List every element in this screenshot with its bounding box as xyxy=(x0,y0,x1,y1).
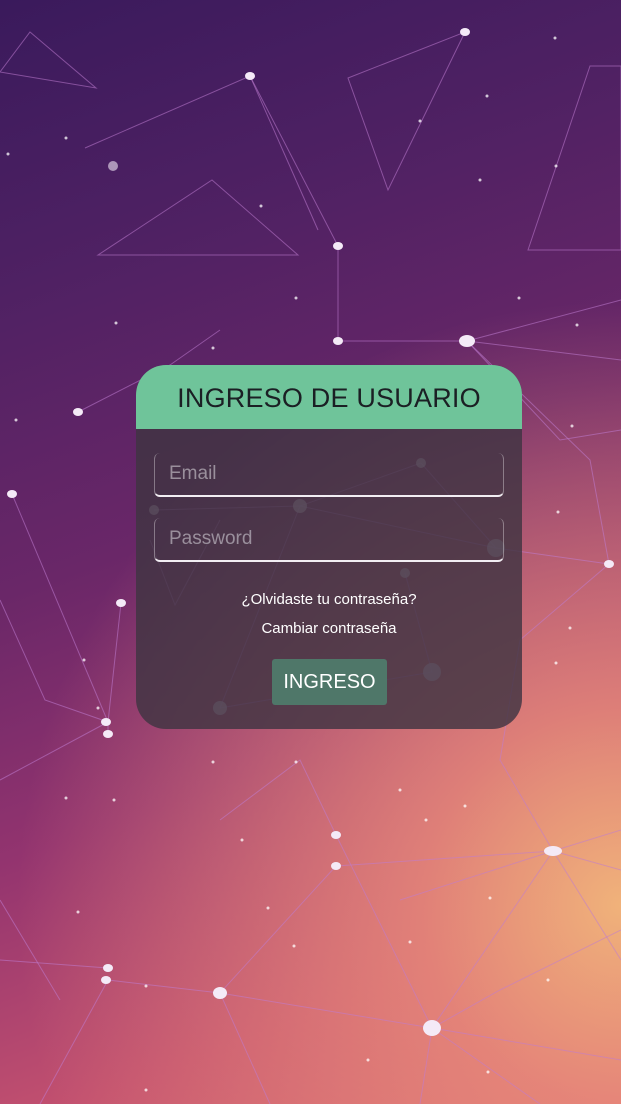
password-field[interactable] xyxy=(154,518,504,562)
change-password-link[interactable]: Cambiar contraseña xyxy=(136,620,522,637)
email-input[interactable] xyxy=(155,453,503,495)
login-card: INGRESO DE USUARIO ¿Olvidaste tu contras… xyxy=(136,365,522,729)
forgot-password-link[interactable]: ¿Olvidaste tu contraseña? xyxy=(136,591,522,608)
login-screen: INGRESO DE USUARIO ¿Olvidaste tu contras… xyxy=(0,0,621,1104)
login-button[interactable]: INGRESO xyxy=(272,659,387,705)
login-card-header: INGRESO DE USUARIO xyxy=(136,365,522,429)
login-title: INGRESO DE USUARIO xyxy=(177,382,481,413)
email-field[interactable] xyxy=(154,453,504,497)
password-input[interactable] xyxy=(155,518,503,560)
